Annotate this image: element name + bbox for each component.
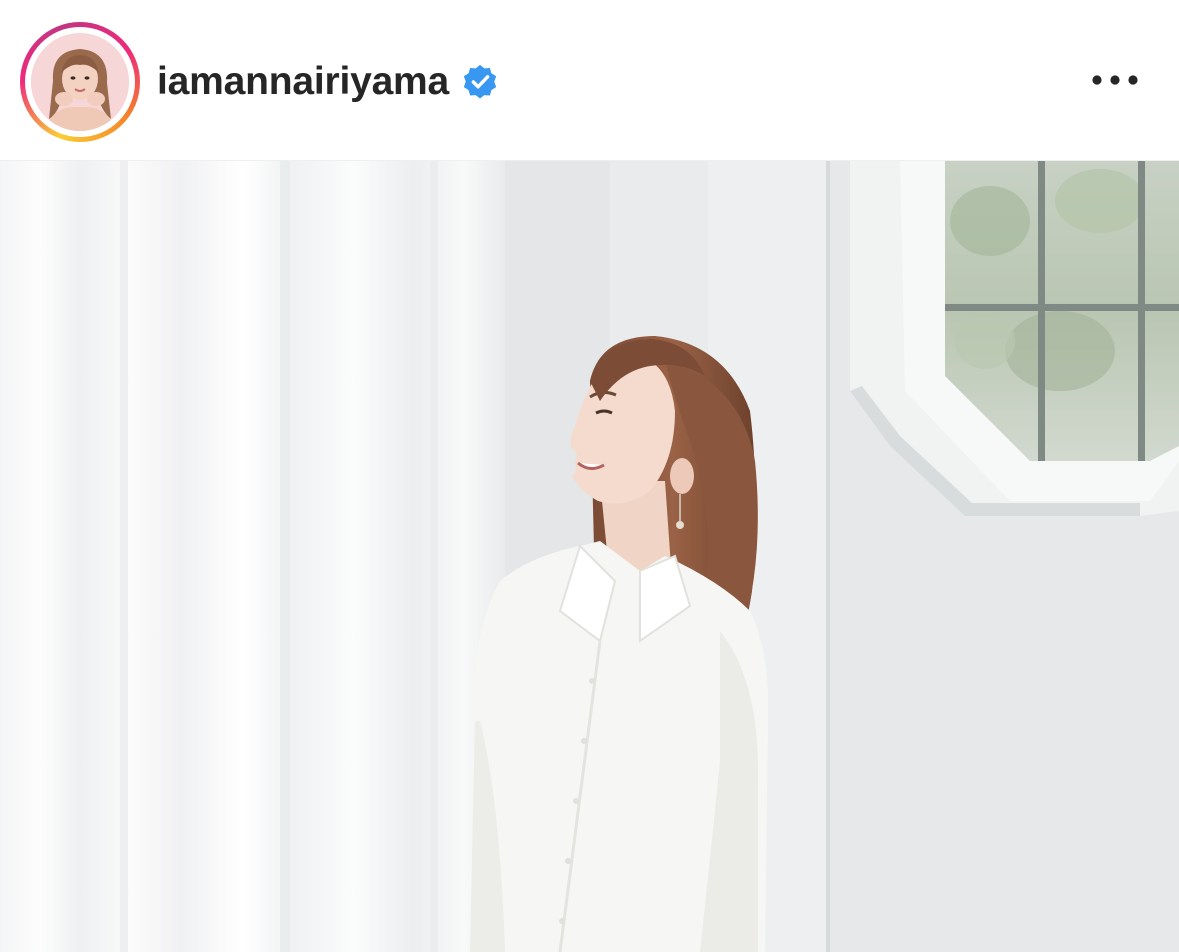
avatar-gap [25,27,135,137]
more-options-button[interactable] [1082,58,1148,102]
avatar-image [31,33,129,131]
post-photo-image [0,161,1179,952]
post-header: iamannairiyama [0,0,1179,162]
post-photo[interactable] [0,161,1179,952]
username-row: iamannairiyama [157,56,499,108]
instagram-post: iamannairiyama [0,0,1179,952]
story-ring[interactable] [20,22,140,142]
avatar[interactable] [31,33,129,131]
username-link[interactable]: iamannairiyama [157,56,449,108]
more-horizontal-icon [1092,75,1138,85]
verified-badge-icon [461,63,499,101]
